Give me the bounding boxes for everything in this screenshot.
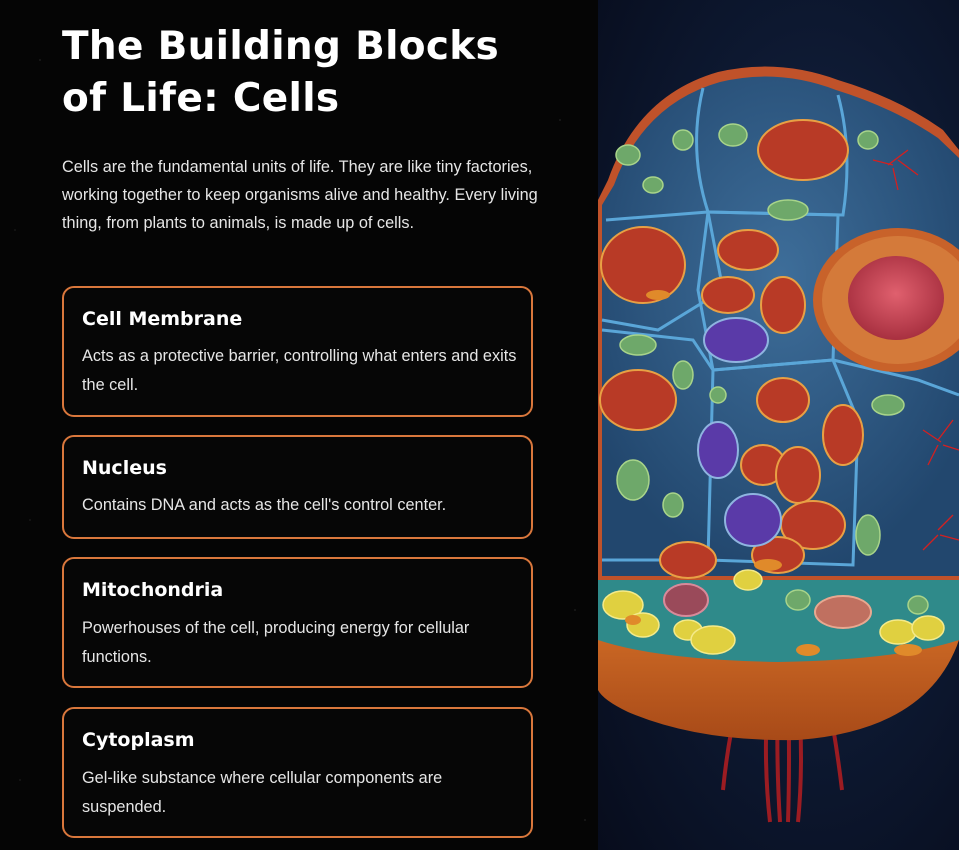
slide: The Building Blocks of Life: Cells Cells… <box>0 0 959 850</box>
card-mitochondria: Mitochondria Powerhouses of the cell, pr… <box>62 557 533 688</box>
cell-illustration-svg <box>598 66 959 823</box>
card-title: Cell Membrane <box>82 308 243 330</box>
intro-paragraph: Cells are the fundamental units of life.… <box>62 158 538 232</box>
card-description: Contains DNA and acts as the cell's cont… <box>82 496 447 514</box>
card-title: Nucleus <box>82 457 167 479</box>
card-description: Gel-like substance where cellular compon… <box>82 769 443 816</box>
cell-illustration <box>598 0 959 850</box>
page-title: The Building Blocks of Life: Cells <box>62 24 500 121</box>
card-cell-membrane: Cell Membrane Acts as a protective barri… <box>62 286 533 417</box>
card-cytoplasm: Cytoplasm Gel-like substance where cellu… <box>62 707 533 838</box>
card-title: Cytoplasm <box>82 729 195 751</box>
card-nucleus: Nucleus Contains DNA and acts as the cel… <box>62 435 533 539</box>
card-title: Mitochondria <box>82 579 224 601</box>
card-description: Acts as a protective barrier, controllin… <box>82 347 517 394</box>
card-description: Powerhouses of the cell, producing energ… <box>82 619 470 666</box>
